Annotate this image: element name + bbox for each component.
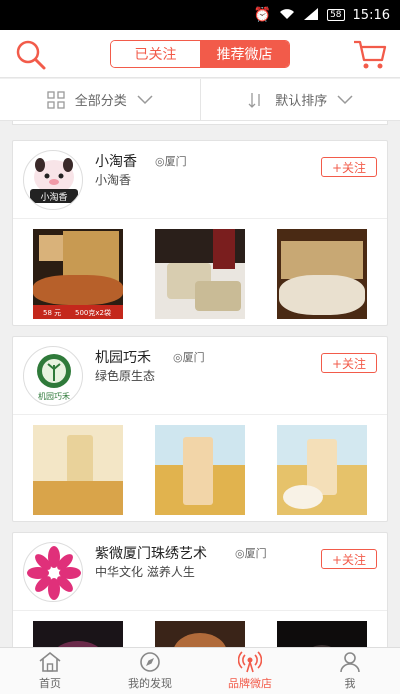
shop-name[interactable]: 机园巧禾 — [95, 347, 151, 367]
shop-card[interactable]: 机园巧禾 机园巧禾 ◎厦门 绿色原生态 +关注 — [12, 336, 388, 522]
home-icon — [39, 651, 61, 672]
search-icon — [16, 40, 46, 70]
product-thumbnail[interactable]: 58 元 500克x2袋 — [33, 229, 123, 319]
location-icon: ◎ — [173, 351, 183, 364]
wifi-icon — [279, 8, 295, 23]
sort-icon — [248, 92, 260, 108]
shop-location: ◎厦门 — [155, 155, 187, 168]
sort-filter-label: 默认排序 — [275, 94, 328, 109]
tab-switcher: 已关注 推荐微店 — [110, 40, 290, 68]
product-thumbnail[interactable] — [277, 621, 367, 647]
location-icon: ◎ — [235, 547, 245, 560]
shop-logo-text: 机园巧禾 — [38, 392, 70, 401]
nav-brand-shops-label: 品牌微店 — [228, 677, 272, 690]
sort-filter[interactable]: 默认排序 — [199, 79, 400, 120]
cart-icon — [354, 40, 387, 69]
shop-description: 小淘香 — [95, 173, 132, 187]
location-icon: ◎ — [155, 155, 165, 168]
product-thumbnail[interactable] — [33, 425, 123, 515]
follow-button[interactable]: +关注 — [321, 353, 377, 373]
chevron-down-icon — [337, 94, 353, 104]
weight-badge: 500克x2袋 — [75, 309, 111, 317]
shop-logo — [23, 542, 83, 602]
chevron-down-icon — [137, 94, 153, 104]
tab-recommended-shops[interactable]: 推荐微店 — [200, 41, 289, 67]
signal-icon — [303, 7, 319, 23]
search-button[interactable] — [14, 38, 48, 72]
product-thumbnail[interactable] — [277, 229, 367, 319]
shop-list[interactable]: 小淘香 小淘香 ◎厦门 小淘香 +关注 58 元 500克x2袋 机园巧禾 机园… — [0, 121, 400, 647]
follow-button[interactable]: +关注 — [321, 157, 377, 177]
nav-discover-label: 我的发现 — [128, 677, 172, 690]
battery-icon: 58 — [327, 9, 345, 21]
user-icon — [340, 652, 360, 673]
category-filter-label: 全部分类 — [74, 94, 127, 109]
previous-card-edge — [12, 121, 388, 125]
shop-card-header: 小淘香 小淘香 ◎厦门 小淘香 +关注 — [13, 141, 387, 219]
product-row — [13, 611, 387, 647]
price-badge: 58 元 — [43, 309, 62, 317]
nav-discover[interactable]: 我的发现 — [100, 648, 200, 694]
nav-me[interactable]: 我 — [300, 648, 400, 694]
nav-home-label: 首页 — [39, 677, 61, 690]
status-bar: ⏰ 58 15:16 — [0, 0, 400, 30]
product-thumbnail[interactable] — [277, 425, 367, 515]
follow-button[interactable]: +关注 — [321, 549, 377, 569]
shop-card[interactable]: 紫微厦门珠绣艺术 ◎厦门 中华文化 滋养人生 +关注 — [12, 532, 388, 647]
category-filter[interactable]: 全部分类 — [0, 79, 200, 120]
shop-logo: 机园巧禾 — [23, 346, 83, 406]
nav-me-label: 我 — [344, 677, 356, 690]
shop-logo-text: 小淘香 — [40, 193, 68, 203]
tab-followed[interactable]: 已关注 — [111, 41, 200, 67]
product-thumbnail[interactable] — [155, 229, 245, 319]
shop-card[interactable]: 小淘香 小淘香 ◎厦门 小淘香 +关注 58 元 500克x2袋 — [12, 140, 388, 326]
compass-icon — [140, 652, 160, 672]
shop-card-header: 紫微厦门珠绣艺术 ◎厦门 中华文化 滋养人生 +关注 — [13, 533, 387, 611]
shop-logo: 小淘香 — [23, 150, 83, 210]
shop-location: ◎厦门 — [173, 351, 205, 364]
top-bar: 已关注 推荐微店 — [0, 30, 400, 78]
alarm-icon: ⏰ — [253, 7, 272, 23]
shop-location: ◎厦门 — [235, 547, 267, 560]
shop-description: 绿色原生态 — [95, 369, 156, 383]
shop-description: 中华文化 滋养人生 — [95, 565, 195, 579]
shop-name[interactable]: 紫微厦门珠绣艺术 — [95, 543, 207, 563]
shop-name[interactable]: 小淘香 — [95, 151, 137, 171]
product-thumbnail[interactable] — [33, 621, 123, 647]
broadcast-icon — [238, 651, 262, 673]
filter-bar: 全部分类 默认排序 — [0, 79, 400, 121]
shop-card-header: 机园巧禾 机园巧禾 ◎厦门 绿色原生态 +关注 — [13, 337, 387, 415]
nav-brand-shops[interactable]: 品牌微店 — [200, 648, 300, 694]
bottom-nav: 首页 我的发现 品牌微店 我 — [0, 647, 400, 694]
product-thumbnail[interactable] — [155, 621, 245, 647]
cart-button[interactable] — [352, 38, 388, 72]
product-row — [13, 415, 387, 521]
product-row: 58 元 500克x2袋 — [13, 219, 387, 325]
clock: 15:16 — [352, 7, 390, 23]
grid-icon — [47, 90, 65, 109]
nav-home[interactable]: 首页 — [0, 648, 100, 694]
product-thumbnail[interactable] — [155, 425, 245, 515]
